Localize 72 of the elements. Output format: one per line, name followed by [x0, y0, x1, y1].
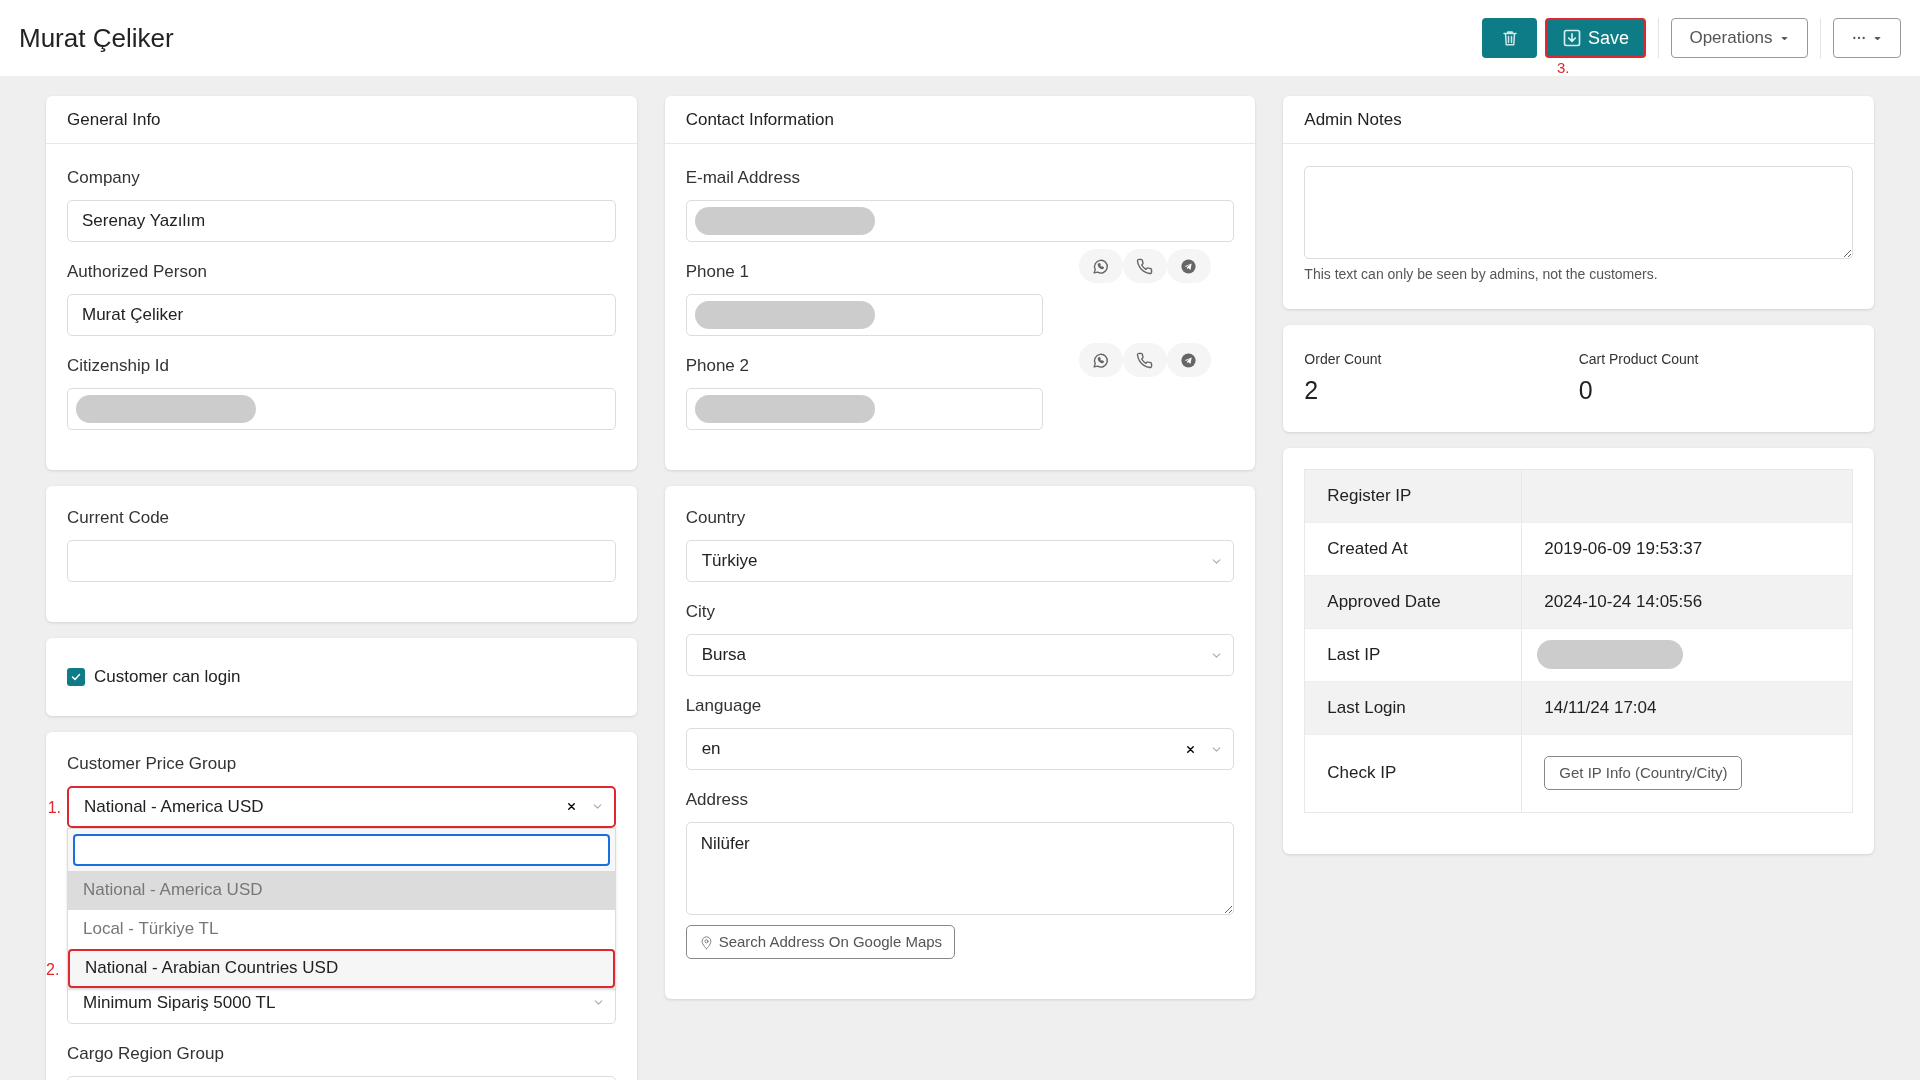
- select-field[interactable]: Türkiye: [685, 540, 1235, 582]
- checkbox-row[interactable]: Customer can login: [67, 664, 616, 690]
- help-text: This text can only be seen by admins, not the customers.: [1304, 265, 1659, 284]
- text-area[interactable]: Nilüfer: [685, 822, 1235, 915]
- input-field[interactable]: [685, 388, 1043, 430]
- checkbox[interactable]: [67, 667, 85, 686]
- table-cell: Approved Date: [1305, 575, 1523, 628]
- more-button[interactable]: [1833, 18, 1901, 58]
- search-field[interactable]: [73, 833, 610, 866]
- field-label: Current Code: [67, 508, 171, 528]
- table-cell-text: 2019-06-09 19:53:37: [1543, 537, 1704, 560]
- phone-icon: [1136, 257, 1154, 275]
- card-title: General Info: [46, 96, 637, 144]
- save-icon: [1562, 28, 1582, 48]
- table-cell: Last Login: [1305, 681, 1523, 734]
- telegram-button[interactable]: [1166, 343, 1211, 377]
- card-title: Admin Notes: [1283, 96, 1874, 144]
- table-cell: Check IP: [1305, 734, 1523, 812]
- input-field[interactable]: [685, 200, 1235, 242]
- annotation-number: 1.: [47, 797, 61, 818]
- table-cell-text: 14/11/24 17:04: [1543, 696, 1658, 719]
- dropdown-option[interactable]: Local - Türkiye TL: [68, 909, 615, 949]
- card-title: Contact Information: [664, 96, 1256, 144]
- chat-bubble-icon: [1092, 257, 1110, 275]
- field-label: Company: [67, 168, 141, 188]
- stat-value: 0: [1578, 375, 1594, 406]
- telegram-button[interactable]: [1166, 249, 1211, 283]
- call-button[interactable]: [1122, 249, 1167, 283]
- select-field[interactable]: National - America USD: [67, 785, 616, 828]
- field-label: Authorized Person: [67, 262, 208, 282]
- delete-button[interactable]: [1482, 18, 1537, 58]
- annotation-number: 3.: [1557, 60, 1570, 75]
- field-label: Customer Price Group: [67, 753, 238, 774]
- field-label: Cargo Region Group: [67, 1043, 225, 1064]
- field-label: Phone 1: [685, 262, 750, 282]
- paper-plane-icon: [1180, 257, 1198, 275]
- stat-label: Cart Product Count: [1578, 350, 1700, 369]
- chat-bubble-icon: [1092, 351, 1110, 369]
- table-cell: Register IP: [1305, 469, 1523, 522]
- input-field[interactable]: Serenay Yazılım: [67, 200, 616, 242]
- dropdown-option[interactable]: National - Arabian Countries USD: [68, 948, 615, 988]
- page-title: Murat Çeliker: [19, 21, 175, 55]
- select-field[interactable]: en: [685, 728, 1235, 770]
- field-label: City: [685, 602, 716, 622]
- operations-button[interactable]: Operations: [1671, 18, 1808, 58]
- input-field[interactable]: [67, 540, 616, 582]
- select-field[interactable]: Bursa: [685, 634, 1235, 676]
- input-field[interactable]: [685, 294, 1043, 336]
- stat-value: 2: [1304, 375, 1320, 406]
- table-cell-text: 2024-10-24 14:05:56: [1543, 590, 1704, 613]
- table-cell: Last IP: [1305, 628, 1523, 681]
- field-label: Phone 2: [685, 356, 750, 376]
- paper-plane-icon: [1180, 351, 1198, 369]
- whatsapp-button[interactable]: [1078, 249, 1123, 283]
- call-button[interactable]: [1122, 343, 1167, 377]
- clear-icon[interactable]: [565, 801, 577, 812]
- clear-icon[interactable]: [1185, 743, 1197, 755]
- field-label: Citizenship Id: [67, 356, 171, 376]
- field-label: Language: [685, 696, 763, 716]
- field-label: E-mail Address: [685, 168, 801, 188]
- phone-icon: [1136, 351, 1154, 369]
- stat-label: Order Count: [1304, 350, 1383, 369]
- field-label: Address: [685, 790, 750, 810]
- ip-info-button[interactable]: Get IP Info (Country/City): [1544, 756, 1743, 790]
- whatsapp-button[interactable]: [1078, 343, 1123, 377]
- table-cell: Created At: [1305, 522, 1523, 575]
- input-field[interactable]: Murat Çeliker: [67, 294, 616, 336]
- trash-icon: [1500, 29, 1519, 47]
- annotation-number: 2.: [46, 959, 60, 980]
- google-maps-button[interactable]: Search Address On Google Maps: [685, 925, 956, 959]
- input-field[interactable]: [67, 388, 616, 430]
- field-label: Country: [685, 508, 747, 528]
